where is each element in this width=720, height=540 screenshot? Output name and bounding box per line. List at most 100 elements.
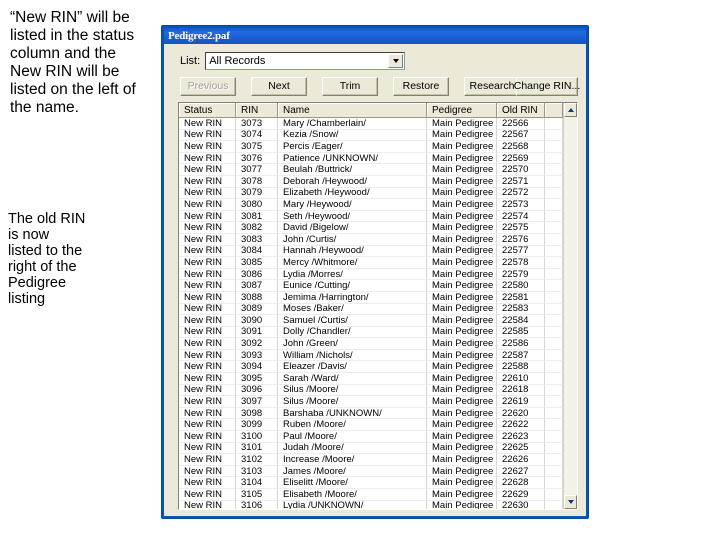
table-row[interactable]: New RIN 3080 Mary /Heywood/Main Pedigree 22… (179, 199, 563, 211)
table-row[interactable]: New RIN 3087 Eunice /Cutting/Main Pedigree… (179, 280, 563, 292)
cell-status: New RIN (179, 489, 236, 501)
cell-rin: 3105 (236, 489, 278, 501)
cell-spacer (545, 349, 563, 362)
table-row[interactable]: New RIN 3095 Sarah /Ward/Main Pedigree 2261… (179, 373, 563, 385)
scroll-up-arrow-icon[interactable] (564, 103, 577, 117)
table-row[interactable]: New RIN 3093 William /Nichols/Main Pedigre… (179, 349, 563, 362)
cell-old-rin: 22622 (497, 419, 545, 432)
grid-body[interactable]: New RIN 3073 Mary /Chamberlain/Main Pedigr… (179, 118, 563, 509)
cell-rin: 3106 (236, 500, 278, 509)
table-row[interactable]: New RIN 3099 Ruben /Moore/Main Pedigree 226… (179, 419, 563, 432)
table-row[interactable]: New RIN 3088 Jemima /Harrington/Main Pedig… (179, 291, 563, 304)
cell-spacer (545, 396, 563, 408)
next-button[interactable]: Next (251, 76, 307, 96)
cell-spacer (545, 245, 563, 258)
cell-rin: 3088 (236, 291, 278, 304)
table-row[interactable]: New RIN 3091 Dolly /Chandler/Main Pedigree… (179, 326, 563, 339)
table-row[interactable]: New RIN 3081 Seth /Heywood/Main Pedigree 22… (179, 210, 563, 223)
cell-pedigree: Main Pedigree (427, 326, 497, 339)
table-row[interactable]: New RIN 3096 Silus /Moore/Main Pedigree 226… (179, 384, 563, 397)
table-row[interactable]: New RIN 3079 Elizabeth /Heywood/Main Pedig… (179, 187, 563, 200)
cell-rin: 3104 (236, 477, 278, 489)
change-rin-button[interactable]: Change RIN... (514, 76, 580, 96)
chevron-down-icon[interactable] (388, 53, 404, 68)
cell-status: New RIN (179, 152, 236, 165)
cell-old-rin: 22580 (497, 280, 545, 292)
previous-button[interactable]: Previous (180, 76, 236, 96)
cell-old-rin: 22623 (497, 431, 545, 443)
cell-status: New RIN (179, 407, 236, 420)
cell-spacer (545, 210, 563, 223)
cell-rin: 3073 (236, 118, 278, 130)
cell-rin: 3086 (236, 268, 278, 281)
table-row[interactable]: New RIN 3074 Kezia /Snow/Main Pedigree 2256… (179, 129, 563, 142)
cell-status: New RIN (179, 245, 236, 258)
table-row[interactable]: New RIN 3075 Percis /Eager/Main Pedigree 22… (179, 141, 563, 153)
window-titlebar[interactable]: Pedigree2.paf (164, 28, 586, 44)
table-row[interactable]: New RIN 3105 Elisabeth /Moore/Main Pedigre… (179, 489, 563, 501)
cell-old-rin: 22626 (497, 454, 545, 466)
scroll-down-arrow-icon[interactable] (564, 495, 577, 509)
cell-spacer (545, 338, 563, 350)
table-row[interactable]: New RIN 3077 Beulah /Buttrick/Main Pedigre… (179, 164, 563, 176)
table-row[interactable]: New RIN 3085 Mercy /Whitmore/Main Pedigree… (179, 257, 563, 269)
cell-pedigree: Main Pedigree (427, 245, 497, 258)
cell-pedigree: Main Pedigree (427, 477, 497, 489)
table-row[interactable]: New RIN 3073 Mary /Chamberlain/Main Pedigr… (179, 118, 563, 130)
list-select[interactable]: All Records (205, 51, 406, 70)
cell-name: Ruben /Moore/ (278, 419, 427, 432)
grid-header-cell-old-rin[interactable]: Old RIN (497, 103, 545, 117)
cell-status: New RIN (179, 280, 236, 292)
table-row[interactable]: New RIN 3083 John /Curtis/Main Pedigree 225… (179, 233, 563, 246)
vertical-scrollbar[interactable] (563, 103, 577, 509)
table-row[interactable]: New RIN 3082 David /Bigelow/Main Pedigree 2… (179, 222, 563, 234)
cell-spacer (545, 303, 563, 316)
cell-spacer (545, 268, 563, 281)
scrollbar-track[interactable] (564, 117, 577, 495)
cell-pedigree: Main Pedigree (427, 199, 497, 211)
grid-header-cell-rin[interactable]: RIN (236, 103, 278, 117)
table-row[interactable]: New RIN 3098 Barshaba /UNKNOWN/Main Pedigr… (179, 407, 563, 420)
cell-spacer (545, 407, 563, 420)
table-row[interactable]: New RIN 3084 Hannah /Heywood/Main Pedigree… (179, 245, 563, 258)
table-row[interactable]: New RIN 3078 Deborah /Heywood/Main Pedigre… (179, 175, 563, 188)
cell-name: Eunice /Cutting/ (278, 280, 427, 292)
table-row[interactable]: New RIN 3104 Eliselitt /Moore/Main Pedigre… (179, 477, 563, 489)
cell-rin: 3097 (236, 396, 278, 408)
cell-old-rin: 22619 (497, 396, 545, 408)
cell-old-rin: 22566 (497, 118, 545, 130)
table-row[interactable]: New RIN 3102 Increase /Moore/Main Pedigree… (179, 454, 563, 466)
table-row[interactable]: New RIN 3101 Judah /Moore/Main Pedigree 226… (179, 442, 563, 455)
table-row[interactable]: New RIN 3086 Lydia /Morres/Main Pedigree 22… (179, 268, 563, 281)
grid-header-cell-name[interactable]: Name (278, 103, 427, 117)
table-row[interactable]: New RIN 3092 John /Green/Main Pedigree 2258… (179, 338, 563, 350)
grid-header-cell-pedigree[interactable]: Pedigree (427, 103, 497, 117)
cell-rin: 3082 (236, 222, 278, 234)
table-row[interactable]: New RIN 3100 Paul /Moore/Main Pedigree 2262… (179, 431, 563, 443)
cell-spacer (545, 431, 563, 443)
cell-name: Elizabeth /Heywood/ (278, 187, 427, 200)
cell-spacer (545, 361, 563, 374)
table-row[interactable]: New RIN 3089 Moses /Baker/Main Pedigree 225… (179, 303, 563, 316)
cell-status: New RIN (179, 118, 236, 130)
window-body: List: All Records Previous Next Trim Res… (164, 44, 586, 516)
slide-canvas: “New RIN” will be listed in the status c… (0, 0, 720, 540)
cell-status: New RIN (179, 384, 236, 397)
grid-header-cell-status[interactable]: Status (179, 103, 236, 117)
table-row[interactable]: New RIN 3103 James /Moore/Main Pedigree 226… (179, 465, 563, 478)
cell-status: New RIN (179, 164, 236, 176)
table-row[interactable]: New RIN 3094 Eleazer /Davis/Main Pedigree 2… (179, 361, 563, 374)
cell-rin: 3095 (236, 373, 278, 385)
cell-pedigree: Main Pedigree (427, 373, 497, 385)
restore-button[interactable]: Restore (393, 76, 449, 96)
cell-status: New RIN (179, 210, 236, 223)
table-row[interactable]: New RIN 3090 Samuel /Curtis/Main Pedigree 2… (179, 315, 563, 327)
trim-button[interactable]: Trim (322, 76, 378, 96)
research-button[interactable]: Research (464, 76, 520, 96)
table-row[interactable]: New RIN 3106 Lydia /UNKNOWN/Main Pedigree 2… (179, 500, 563, 509)
table-row[interactable]: New RIN 3097 Silus /Moore/Main Pedigree 226… (179, 396, 563, 408)
cell-name: Lydia /UNKNOWN/ (278, 500, 427, 509)
cell-pedigree: Main Pedigree (427, 129, 497, 142)
table-row[interactable]: New RIN 3076 Patience /UNKNOWN/Main Pedigr… (179, 152, 563, 165)
cell-name: Moses /Baker/ (278, 303, 427, 316)
